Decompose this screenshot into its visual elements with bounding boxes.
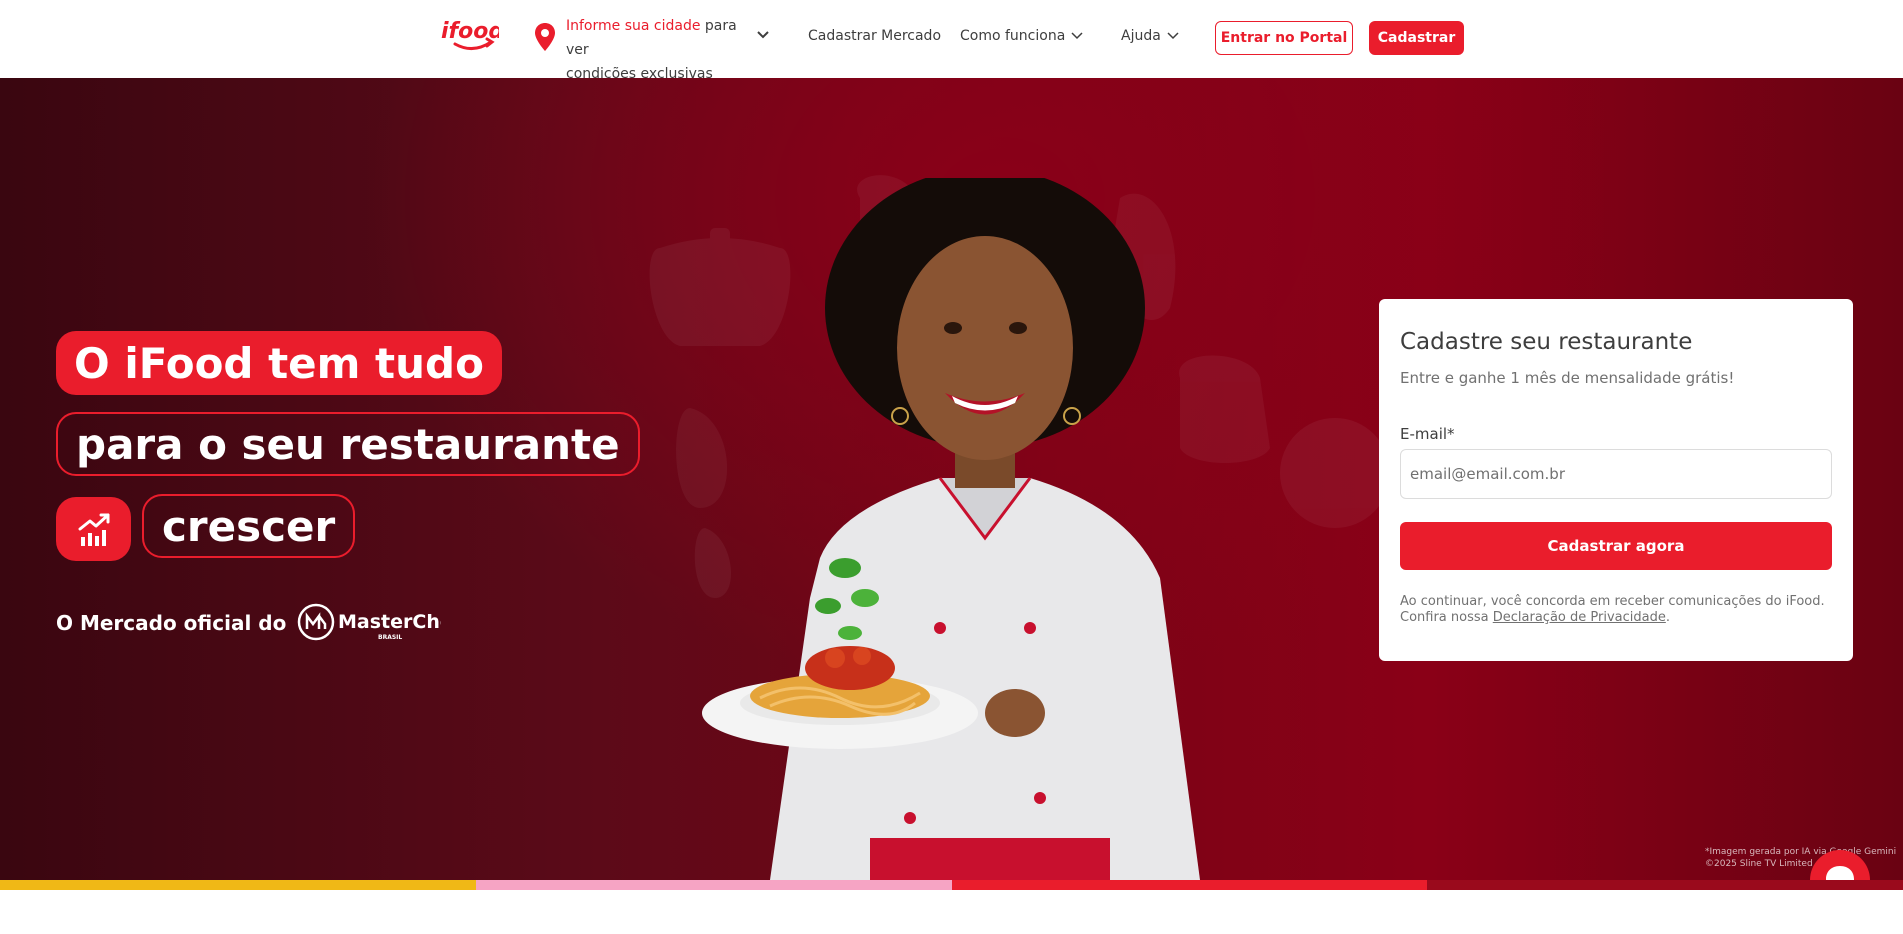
stripe-red (951, 880, 1428, 890)
growth-chart-icon (78, 513, 109, 546)
headline-line-3: crescer (142, 494, 356, 558)
legal-end: . (1665, 610, 1670, 625)
stripe-yellow (0, 880, 476, 890)
email-field[interactable] (1400, 449, 1832, 499)
register-now-button[interactable]: Cadastrar agora (1400, 522, 1832, 570)
nav-register-market[interactable]: Cadastrar Mercado (808, 28, 941, 44)
signup-title: Cadastre seu restaurante (1400, 329, 1693, 355)
nav-how-it-works[interactable]: Como funciona (960, 28, 1083, 44)
portal-login-button[interactable]: Entrar no Portal (1215, 21, 1353, 55)
city-selector-label: Informe sua cidade para ver condições ex… (566, 14, 746, 86)
stripe-pink (475, 880, 952, 890)
chat-bubble-icon (1826, 866, 1854, 880)
nav-help-label: Ajuda (1121, 28, 1161, 44)
privacy-policy-link[interactable]: Declaração de Privacidade (1493, 610, 1666, 625)
masterchef-prefix: O Mercado oficial do (56, 611, 287, 635)
register-button[interactable]: Cadastrar (1369, 21, 1464, 55)
nav-how-it-works-label: Como funciona (960, 28, 1066, 44)
map-pin-icon (535, 23, 555, 51)
chef-illustration (702, 178, 1200, 880)
image-credit-line-1: *Imagem gerada por IA via Google Gemini (1705, 847, 1897, 857)
signup-subtitle: Entre e ganhe 1 mês de mensalidade gráti… (1400, 369, 1735, 387)
svg-text:BRASIL: BRASIL (378, 634, 402, 641)
site-header: ifood Informe sua cidade para ver condiç… (0, 0, 1903, 82)
chevron-down-icon (1167, 32, 1179, 40)
svg-text:MasterChef: MasterChef (338, 611, 441, 633)
chevron-down-icon[interactable] (756, 30, 770, 40)
headline-line-2-text: para o seu restaurante (76, 419, 620, 469)
hero-section: O iFood tem tudo para o seu restaurante … (0, 78, 1903, 880)
city-selector[interactable]: Informe sua cidade para ver condições ex… (534, 14, 746, 82)
email-label: E-mail* (1400, 425, 1455, 443)
growth-chip (56, 497, 131, 561)
masterchef-logo: MasterChef BRASIL (298, 603, 441, 641)
image-credit: *Imagem gerada por IA via Google Gemini … (1705, 846, 1896, 870)
chevron-down-icon (1071, 32, 1083, 40)
city-selector-highlight: Informe sua cidade (566, 18, 701, 34)
legal-notice: Ao continuar, você concorda em receber c… (1400, 594, 1832, 626)
headline-line-3-text: crescer (162, 501, 336, 551)
ifood-logo[interactable]: ifood (441, 14, 499, 54)
headline-line-1-text: O iFood tem tudo (74, 338, 484, 388)
nav-register-market-label: Cadastrar Mercado (808, 28, 942, 44)
brand-color-stripe (0, 880, 1903, 890)
signup-card: Cadastre seu restaurante Entre e ganhe 1… (1379, 299, 1853, 661)
nav-help[interactable]: Ajuda (1121, 28, 1179, 44)
headline-line-1: O iFood tem tudo (56, 331, 502, 395)
masterchef-partnership: O Mercado oficial do MasterChef BRASIL (56, 602, 441, 644)
stripe-dark-red (1427, 880, 1903, 890)
headline-line-2: para o seu restaurante (56, 412, 640, 476)
